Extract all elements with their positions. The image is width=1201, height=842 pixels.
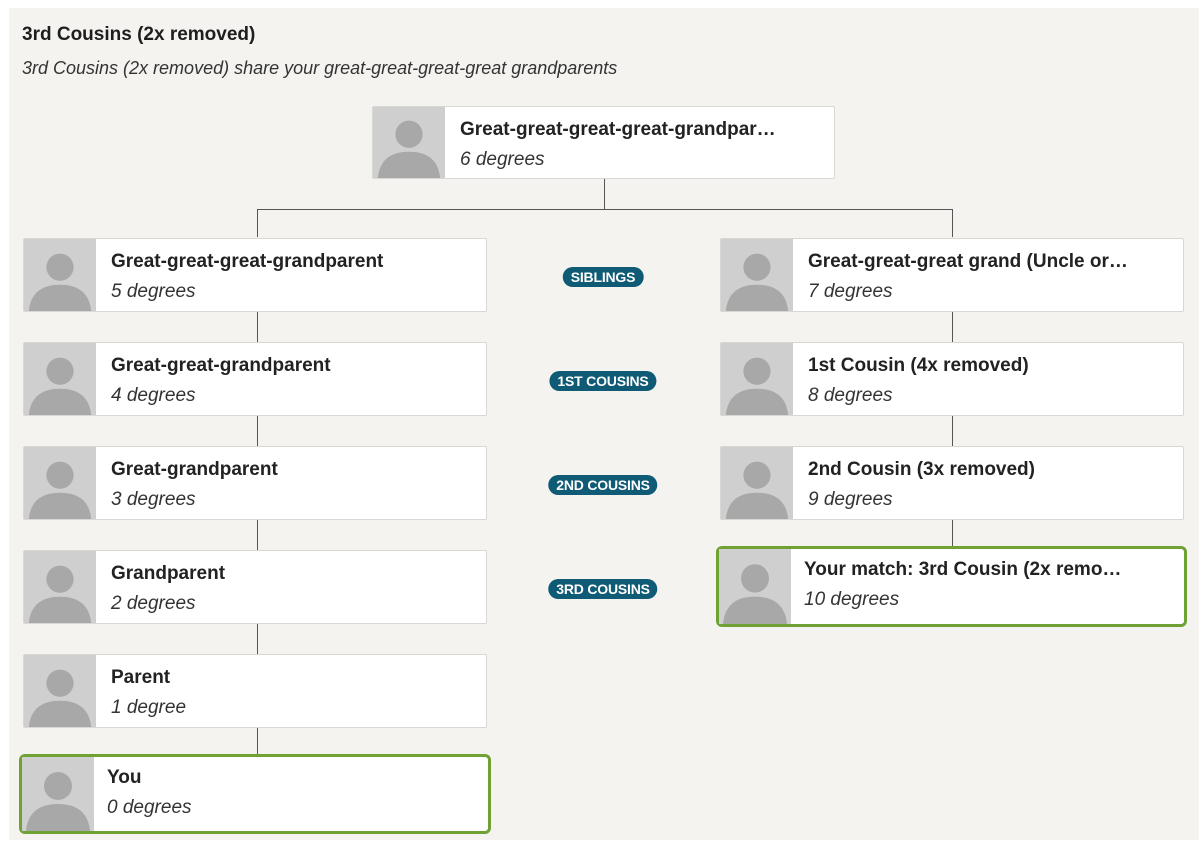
person-silhouette-icon (721, 343, 793, 415)
relation-badge-1st-cousins: 1ST COUSINS (549, 371, 657, 391)
connector-top-down (604, 179, 605, 209)
person-card[interactable]: 2nd Cousin (3x removed) 9 degrees (720, 446, 1184, 520)
person-name: Grandparent (111, 563, 226, 584)
person-name: Great-grandparent (111, 459, 278, 480)
person-card[interactable]: Great-great-great grand (Uncle or… 7 deg… (720, 238, 1184, 312)
person-degrees: 5 degrees (111, 281, 196, 302)
person-card[interactable]: Great-great-great-grandparent 5 degrees (23, 238, 487, 312)
relationship-subtitle: 3rd Cousins (2x removed) share your grea… (22, 58, 618, 78)
person-name: Great-great-great-great-grandpar… (460, 119, 776, 140)
connector-left-branch (257, 209, 258, 237)
person-degrees: 2 degrees (111, 593, 196, 614)
connector-right (952, 312, 953, 342)
person-silhouette-icon (719, 549, 791, 624)
person-name: Great-great-grandparent (111, 355, 331, 376)
relationship-title: 3rd Cousins (2x removed) (22, 24, 256, 45)
connector-left (257, 624, 258, 654)
connector-left (257, 312, 258, 342)
person-card[interactable]: Great-great-grandparent 4 degrees (23, 342, 487, 416)
person-degrees: 8 degrees (808, 385, 893, 406)
person-name: Great-great-great-grandparent (111, 251, 384, 272)
connector-horizontal (257, 209, 953, 210)
person-silhouette-icon (373, 107, 445, 178)
person-degrees: 9 degrees (808, 489, 893, 510)
person-card[interactable]: 1st Cousin (4x removed) 8 degrees (720, 342, 1184, 416)
person-card-common-ancestor[interactable]: Great-great-great-great-grandpar… 6 degr… (372, 106, 835, 179)
person-degrees: 1 degree (111, 697, 187, 718)
person-card[interactable]: Grandparent 2 degrees (23, 550, 487, 624)
connector-left (257, 728, 258, 755)
person-degrees: 6 degrees (460, 149, 545, 170)
connector-right (952, 520, 953, 547)
person-silhouette-icon (721, 447, 793, 519)
connector-left (257, 416, 258, 446)
person-degrees: 4 degrees (111, 385, 196, 406)
person-name: Great-great-great grand (Uncle or… (808, 251, 1128, 272)
person-degrees: 3 degrees (111, 489, 196, 510)
person-name: 2nd Cousin (3x removed) (808, 459, 1035, 480)
person-card-you[interactable]: You 0 degrees (19, 754, 491, 834)
connector-right (952, 416, 953, 446)
relation-badge-2nd-cousins: 2ND COUSINS (548, 475, 658, 495)
person-silhouette-icon (24, 447, 96, 519)
person-silhouette-icon (24, 551, 96, 623)
person-silhouette-icon (24, 343, 96, 415)
person-card[interactable]: Parent 1 degree (23, 654, 487, 728)
person-silhouette-icon (24, 239, 96, 311)
person-silhouette-icon (24, 655, 96, 727)
person-card[interactable]: Great-grandparent 3 degrees (23, 446, 487, 520)
person-name: Parent (111, 667, 171, 688)
person-degrees: 0 degrees (107, 797, 192, 818)
relation-badge-siblings: SIBLINGS (562, 267, 644, 287)
connector-left (257, 520, 258, 550)
person-name: You (107, 767, 142, 788)
person-card-your-match[interactable]: Your match: 3rd Cousin (2x remo… 10 degr… (716, 546, 1187, 627)
person-name: Your match: 3rd Cousin (2x remo… (804, 559, 1122, 580)
relation-badge-3rd-cousins: 3RD COUSINS (548, 579, 658, 599)
connector-right-branch (952, 209, 953, 237)
person-silhouette-icon (22, 757, 94, 831)
person-silhouette-icon (721, 239, 793, 311)
person-name: 1st Cousin (4x removed) (808, 355, 1029, 376)
person-degrees: 10 degrees (804, 589, 900, 610)
person-degrees: 7 degrees (808, 281, 893, 302)
